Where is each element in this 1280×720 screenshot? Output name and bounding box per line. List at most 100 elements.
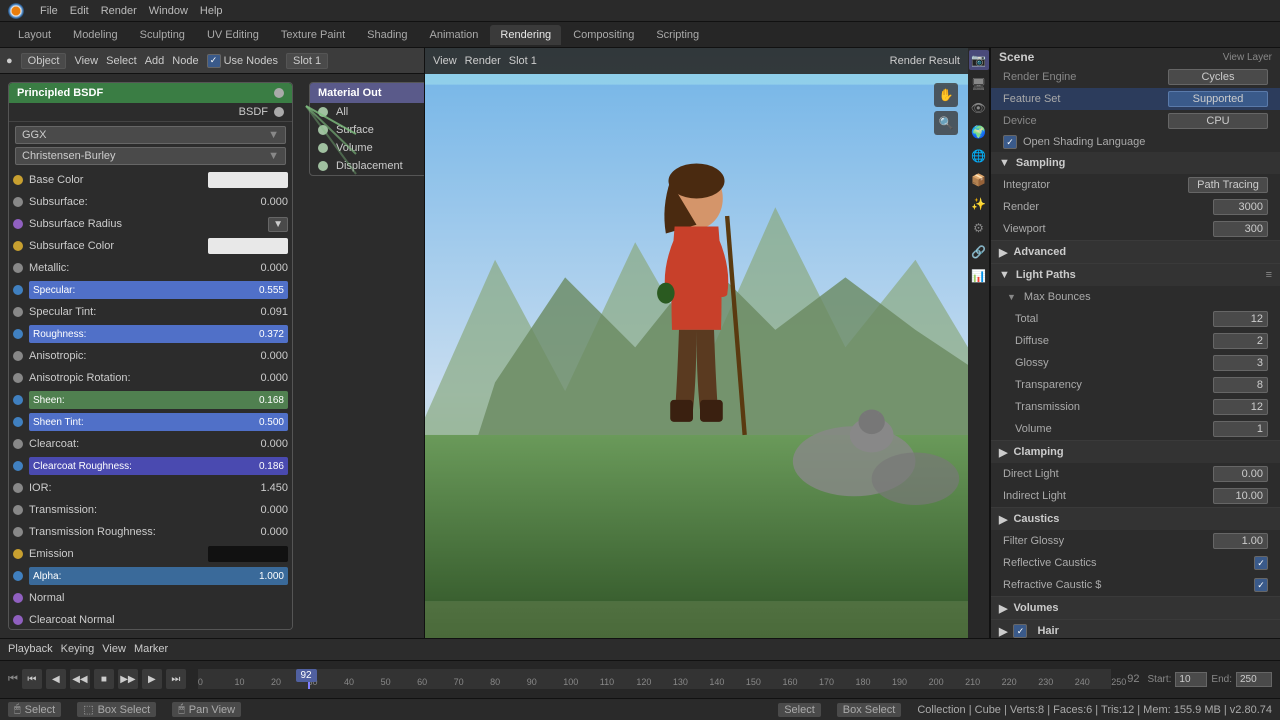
bounce-transparency-input[interactable] xyxy=(1213,377,1268,393)
render-icon-world[interactable]: 🌐 xyxy=(969,146,989,166)
pan-view-button[interactable]: 🖱 Pan View xyxy=(172,702,241,717)
tab-shading[interactable]: Shading xyxy=(357,25,417,45)
device-dropdown[interactable]: CPU xyxy=(1168,113,1268,129)
render-samples-row: Render xyxy=(991,196,1280,218)
tab-uv-editing[interactable]: UV Editing xyxy=(197,25,269,45)
feature-set-dropdown[interactable]: Supported xyxy=(1168,91,1268,107)
alpha-bar[interactable]: Alpha: 1.000 xyxy=(29,567,288,585)
render-icon-scene[interactable]: 🌍 xyxy=(969,122,989,142)
render-icon-constraints[interactable]: 🔗 xyxy=(969,242,989,262)
next-frame-btn[interactable]: ▶ xyxy=(142,669,162,689)
play-btn[interactable]: ▶▶ xyxy=(118,669,138,689)
color-emission[interactable] xyxy=(208,546,288,562)
specular-bar[interactable]: Specular: 0.555 xyxy=(29,281,288,299)
tab-rendering[interactable]: Rendering xyxy=(490,25,561,45)
tab-compositing[interactable]: Compositing xyxy=(563,25,644,45)
color-base-color[interactable] xyxy=(208,172,288,188)
render-icon-object[interactable]: 📦 xyxy=(969,170,989,190)
play-reverse-btn[interactable]: ◀◀ xyxy=(70,669,90,689)
tab-layout[interactable]: Layout xyxy=(8,25,61,45)
render-icon-camera[interactable]: 📷 xyxy=(969,50,989,70)
select-menu[interactable]: Select xyxy=(106,55,137,67)
use-nodes-toggle[interactable]: Use Nodes xyxy=(207,54,278,68)
caustics-header[interactable]: ▶ Caustics xyxy=(991,508,1280,530)
start-frame-input[interactable] xyxy=(1175,672,1207,687)
menu-edit[interactable]: Edit xyxy=(70,5,89,17)
advanced-header[interactable]: ▶ Advanced xyxy=(991,241,1280,263)
stop-btn[interactable]: ■ xyxy=(94,669,114,689)
volumes-header[interactable]: ▶ Volumes xyxy=(991,597,1280,619)
refractive-caustic-checkbox[interactable] xyxy=(1254,578,1268,592)
menu-help[interactable]: Help xyxy=(200,5,223,17)
hair-checkbox[interactable] xyxy=(1013,624,1027,638)
slot-selector[interactable]: Slot 1 xyxy=(286,53,328,69)
viewport-magnify-tool[interactable]: 🔍 xyxy=(934,111,958,135)
menu-window[interactable]: Window xyxy=(149,5,188,17)
node-menu[interactable]: Node xyxy=(172,55,198,67)
prev-frame-btn[interactable]: ◀ xyxy=(46,669,66,689)
timeline-view-label[interactable]: View xyxy=(102,643,126,655)
render-icon-data[interactable]: 📊 xyxy=(969,266,989,286)
distribution-selector[interactable]: GGX ▼ xyxy=(15,126,286,144)
jump-start-btn[interactable]: ⏮ xyxy=(22,669,42,689)
viewport[interactable]: View Render Slot 1 Render Result xyxy=(425,48,968,638)
direct-light-input[interactable] xyxy=(1213,466,1268,482)
select-button-left[interactable]: 🖱 Select xyxy=(8,702,61,717)
tab-scripting[interactable]: Scripting xyxy=(646,25,709,45)
light-paths-header[interactable]: ▼ Light Paths ≡ xyxy=(991,264,1280,286)
box-select-button-right[interactable]: Box Select xyxy=(837,703,902,717)
tab-animation[interactable]: Animation xyxy=(420,25,489,45)
view-menu[interactable]: View xyxy=(74,55,98,67)
marker-label[interactable]: Marker xyxy=(134,643,168,655)
bounce-volume-input[interactable] xyxy=(1213,421,1268,437)
viewport-hand-tool[interactable]: ✋ xyxy=(934,83,958,107)
menu-file[interactable]: File xyxy=(40,5,58,17)
subsurface-method-selector[interactable]: Christensen-Burley ▼ xyxy=(15,147,286,165)
end-frame-input[interactable] xyxy=(1236,672,1272,687)
collection-info: Collection | Cube | Verts:8 | Faces:6 | … xyxy=(917,704,1272,716)
clamping-header[interactable]: ▶ Clamping xyxy=(991,441,1280,463)
jump-end-btn[interactable]: ⏭ xyxy=(166,669,186,689)
bounce-transmission-input[interactable] xyxy=(1213,399,1268,415)
integrator-row: Integrator Path Tracing xyxy=(991,174,1280,196)
viewport-slot-label[interactable]: Slot 1 xyxy=(509,55,537,67)
viewport-render-label[interactable]: Render xyxy=(465,55,501,67)
timeline-ruler[interactable]: 92 0 10 20 30 40 50 60 70 80 90 100 110 … xyxy=(198,669,1111,689)
hair-header[interactable]: ▶ Hair xyxy=(991,620,1280,638)
render-icon-view[interactable]: 👁 xyxy=(969,98,989,118)
color-subsurface[interactable] xyxy=(208,238,288,254)
viewport-samples-input[interactable] xyxy=(1213,221,1268,237)
reflective-caustic-checkbox[interactable] xyxy=(1254,556,1268,570)
tab-modeling[interactable]: Modeling xyxy=(63,25,128,45)
bounce-diffuse-input[interactable] xyxy=(1213,333,1268,349)
sampling-header[interactable]: ▼ Sampling xyxy=(991,152,1280,174)
keying-label[interactable]: Keying xyxy=(61,643,95,655)
sheen-bar[interactable]: Sheen: 0.168 xyxy=(29,391,288,409)
clearcoat-roughness-bar[interactable]: Clearcoat Roughness: 0.186 xyxy=(29,457,288,475)
tab-sculpting[interactable]: Sculpting xyxy=(130,25,195,45)
add-menu[interactable]: Add xyxy=(145,55,165,67)
tab-texture-paint[interactable]: Texture Paint xyxy=(271,25,355,45)
mode-selector[interactable]: Object xyxy=(21,53,67,69)
bounce-total: Total xyxy=(991,308,1280,330)
indirect-light-input[interactable] xyxy=(1213,488,1268,504)
render-engine-dropdown[interactable]: Cycles xyxy=(1168,69,1268,85)
select-button-right[interactable]: Select xyxy=(778,703,821,717)
viewport-view-label[interactable]: View xyxy=(433,55,457,67)
render-icon-physics[interactable]: ⚙ xyxy=(969,218,989,238)
sheen-tint-bar[interactable]: Sheen Tint: 0.500 xyxy=(29,413,288,431)
bounce-glossy-input[interactable] xyxy=(1213,355,1268,371)
render-icon-particles[interactable]: ✨ xyxy=(969,194,989,214)
roughness-bar[interactable]: Roughness: 0.372 xyxy=(29,325,288,343)
render-samples-input[interactable] xyxy=(1213,199,1268,215)
use-nodes-checkbox[interactable] xyxy=(207,54,221,68)
box-select-button-left[interactable]: ⬚ Box Select xyxy=(77,702,156,717)
filter-glossy-input[interactable] xyxy=(1213,533,1268,549)
render-icon-output[interactable]: 🖥 xyxy=(969,74,989,94)
playback-label[interactable]: Playback xyxy=(8,643,53,655)
menu-render[interactable]: Render xyxy=(101,5,137,17)
bounce-total-input[interactable] xyxy=(1213,311,1268,327)
osl-checkbox[interactable] xyxy=(1003,135,1017,149)
subsurface-radius-dropdown[interactable]: ▼ xyxy=(268,217,288,232)
integrator-dropdown[interactable]: Path Tracing xyxy=(1188,177,1268,193)
